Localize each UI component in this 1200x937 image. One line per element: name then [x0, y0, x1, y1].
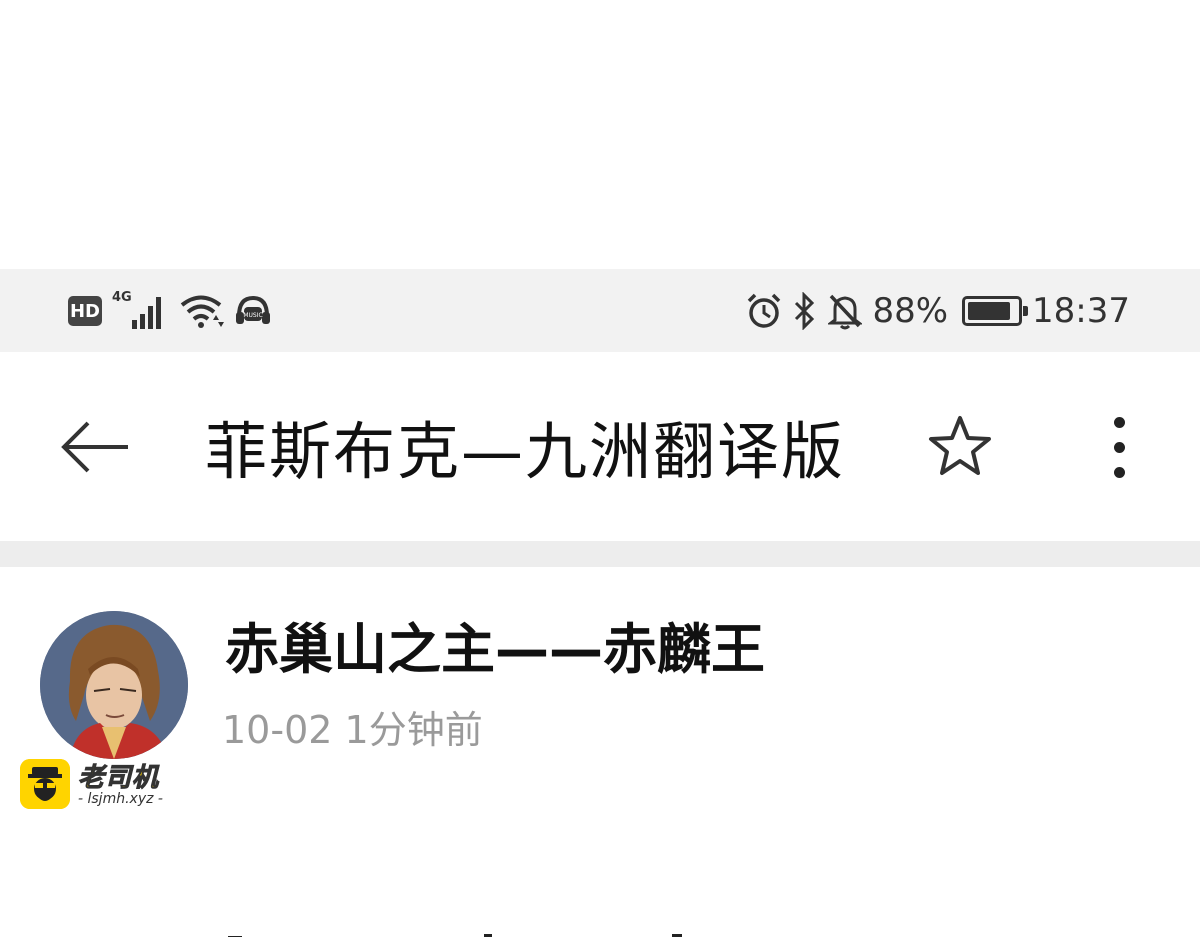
status-right-icons: 88% 18:37	[746, 289, 1130, 333]
clock: 18:37	[1032, 291, 1130, 331]
post-header: 赤巢山之主——赤麟王 10-02 1分钟前	[0, 567, 1200, 937]
more-options-button[interactable]	[1095, 412, 1143, 482]
status-left-icons: HD 4G MUSIC	[68, 290, 272, 331]
battery-tip	[1023, 306, 1029, 316]
svg-text:MUSIC: MUSIC	[243, 312, 262, 319]
bluetooth-icon	[795, 292, 815, 330]
post-relative-time: 1分钟前	[344, 708, 483, 752]
favorite-button[interactable]	[926, 412, 994, 480]
app-bar: 菲斯布克—九洲翻译版	[0, 352, 1200, 541]
post-meta: 10-02 1分钟前	[222, 699, 483, 754]
watermark-logo-icon	[20, 759, 70, 809]
status-bar: HD 4G MUSIC 88% 18:37	[0, 269, 1200, 352]
battery-percent: 88%	[872, 291, 949, 331]
mute-bell-icon	[828, 294, 863, 330]
page-title: 菲斯布克—九洲翻译版	[205, 415, 846, 488]
battery-fill	[968, 302, 1011, 320]
music-headphone-icon: MUSIC	[236, 295, 270, 324]
star-icon	[929, 416, 991, 475]
battery-icon	[962, 296, 1029, 326]
avatar[interactable]	[40, 611, 188, 759]
signal-icon: 4G	[112, 290, 170, 330]
watermark-url: - lsjmh.xyz -	[78, 791, 163, 807]
watermark-name: 老司机	[77, 763, 160, 794]
more-vert-dot	[1113, 466, 1125, 478]
watermark: 老司机 - lsjmh.xyz -	[20, 757, 180, 811]
cropped-text-fragment	[0, 925, 1200, 937]
alarm-icon	[748, 293, 781, 328]
back-arrow-icon	[61, 421, 128, 473]
hd-icon: HD	[68, 296, 102, 326]
author-name[interactable]: 赤巢山之主——赤麟王	[225, 615, 765, 685]
more-vert-dot	[1113, 441, 1125, 453]
blank-area	[0, 0, 1200, 269]
post-date: 10-02	[222, 708, 333, 752]
section-divider	[0, 541, 1200, 567]
more-vert-icon	[1113, 416, 1125, 428]
back-button[interactable]	[56, 412, 132, 482]
wifi-icon	[180, 295, 224, 328]
network-type-label: 4G	[112, 290, 132, 305]
